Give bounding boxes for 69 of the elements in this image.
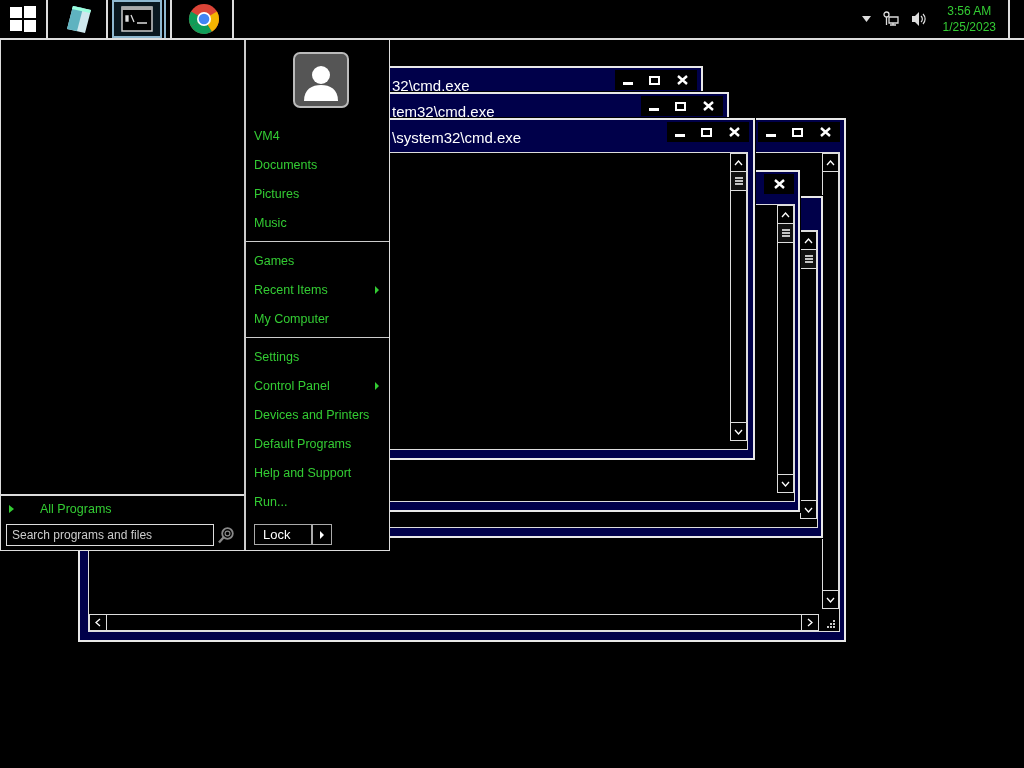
- start-menu-item[interactable]: Games: [246, 246, 389, 275]
- search-icon[interactable]: [218, 526, 234, 544]
- horizontal-scrollbar[interactable]: [89, 614, 819, 631]
- clock-date[interactable]: 1/25/2023: [942, 19, 996, 35]
- all-programs-item[interactable]: All Programs: [1, 494, 244, 522]
- caret-right-icon: [320, 530, 324, 539]
- start-menu-item[interactable]: Default Programs: [246, 429, 389, 458]
- start-menu-item[interactable]: Recent Items: [246, 275, 389, 304]
- start-menu-item[interactable]: Music: [246, 208, 389, 237]
- speaker-icon[interactable]: [910, 11, 927, 27]
- start-menu-item[interactable]: Help and Support: [246, 458, 389, 487]
- lock-button[interactable]: Lock: [254, 524, 312, 545]
- start-menu-item[interactable]: My Computer: [246, 304, 389, 333]
- grip-lines-icon: [734, 177, 743, 185]
- search-field[interactable]: Search programs and files: [6, 524, 214, 546]
- expand-arrow-icon: [9, 505, 14, 513]
- close-icon: [728, 127, 740, 137]
- vertical-scrollbar[interactable]: [822, 153, 839, 609]
- shutdown-options-button[interactable]: [312, 524, 332, 545]
- close-icon: [773, 179, 785, 189]
- submenu-arrow-icon: [375, 381, 379, 390]
- chevron-down-icon: [804, 506, 813, 513]
- start-menu-item[interactable]: Devices and Printers: [246, 400, 389, 429]
- chevron-down-icon: [734, 428, 743, 435]
- chevron-right-icon: [807, 618, 813, 627]
- taskbar-button[interactable]: [112, 0, 162, 38]
- maximize-icon: [648, 75, 660, 85]
- close-icon: [676, 75, 688, 85]
- scroll-thumb[interactable]: [778, 224, 793, 243]
- chevron-left-icon: [95, 618, 101, 627]
- submenu-arrow-icon: [375, 285, 379, 294]
- close-icon: [702, 101, 714, 111]
- start-menu-item[interactable]: VM4: [246, 121, 389, 150]
- resize-grip-icon[interactable]: [826, 619, 835, 628]
- start-menu-item[interactable]: Pictures: [246, 179, 389, 208]
- user-avatar-icon[interactable]: [292, 52, 349, 108]
- minimize-icon: [675, 134, 685, 137]
- chevron-up-icon: [804, 237, 813, 244]
- scroll-thumb[interactable]: [731, 172, 746, 191]
- window-title: \system32\cmd.exe: [392, 128, 522, 146]
- start-menu-item[interactable]: Run...: [246, 487, 389, 516]
- maximize-icon: [791, 127, 803, 137]
- window-title: tem32\cmd.exe: [392, 102, 495, 120]
- vertical-scrollbar[interactable]: [730, 153, 747, 441]
- start-menu-item[interactable]: Documents: [246, 150, 389, 179]
- window-title: 32\cmd.exe: [392, 76, 470, 94]
- browser-icon: [188, 3, 220, 35]
- clock-time[interactable]: 3:56 AM: [947, 3, 992, 19]
- vertical-scrollbar[interactable]: [777, 205, 794, 493]
- network-icon[interactable]: [882, 11, 899, 27]
- close-icon: [819, 127, 831, 137]
- chevron-up-icon: [734, 159, 743, 166]
- start-icon: [10, 6, 36, 32]
- start-menu-item[interactable]: Control Panel: [246, 371, 389, 400]
- caret-icon[interactable]: [861, 16, 871, 22]
- minimize-icon: [649, 108, 659, 111]
- console-icon: [121, 6, 153, 32]
- minimize-icon: [766, 134, 776, 137]
- maximize-icon: [700, 127, 712, 137]
- chevron-down-icon: [826, 596, 835, 603]
- scroll-thumb[interactable]: [801, 250, 816, 269]
- grip-lines-icon: [781, 229, 790, 237]
- grip-lines-icon: [804, 255, 813, 263]
- maximize-icon: [674, 101, 686, 111]
- start-menu-item[interactable]: Settings: [246, 342, 389, 371]
- chevron-up-icon: [826, 159, 835, 166]
- minimize-icon: [623, 82, 633, 85]
- chevron-up-icon: [781, 211, 790, 218]
- chevron-down-icon: [781, 480, 790, 487]
